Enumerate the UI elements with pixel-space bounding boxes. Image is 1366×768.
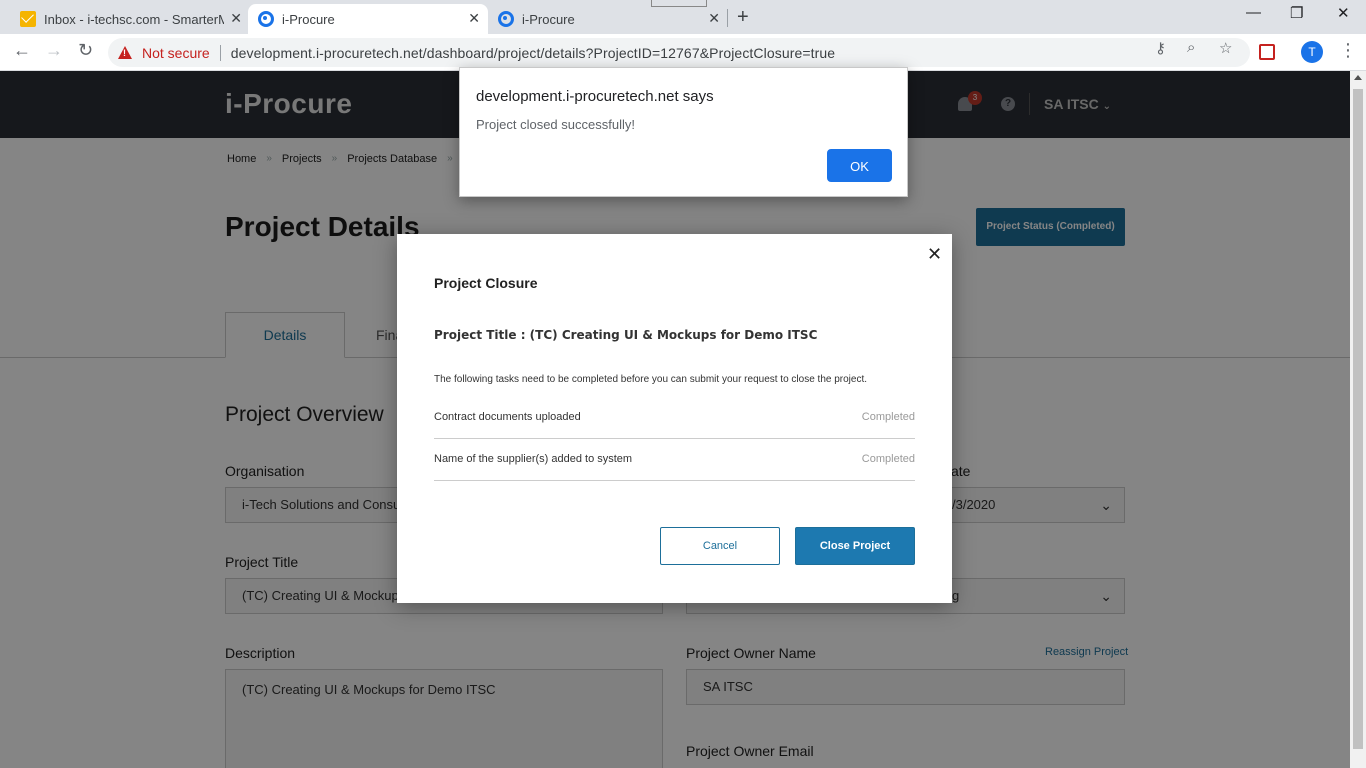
task-status: Completed (861, 453, 915, 465)
modal-intro-text: The following tasks need to be completed… (434, 374, 868, 385)
task-name: Contract documents uploaded (434, 411, 581, 423)
tab-title: Inbox - i-techsc.com - SmarterMail (44, 11, 224, 27)
browser-tab-strip: Inbox - i-techsc.com - SmarterMail ✕ i-P… (0, 0, 1366, 34)
task-row: Name of the supplier(s) added to system … (434, 439, 915, 481)
address-bar[interactable]: Not secure development.i-procuretech.net… (108, 38, 1250, 67)
alert-title: development.i-procuretech.net says (476, 88, 714, 105)
modal-title: Project Closure (434, 275, 538, 291)
zoom-icon[interactable]: ⌕ (1187, 39, 1195, 56)
modal-project-title: Project Title : (TC) Creating UI & Mocku… (434, 328, 818, 342)
browser-toolbar: ← → ↻ Not secure development.i-procurete… (0, 34, 1366, 71)
task-name: Name of the supplier(s) added to system (434, 453, 633, 465)
url-text[interactable]: development.i-procuretech.net/dashboard/… (231, 45, 835, 61)
scroll-up-icon[interactable] (1354, 75, 1362, 80)
profile-avatar[interactable]: T (1301, 41, 1323, 63)
warning-icon (118, 46, 132, 59)
scroll-thumb[interactable] (1353, 89, 1363, 749)
close-icon[interactable]: ✕ (708, 10, 720, 27)
key-icon[interactable]: ⚷ (1155, 39, 1166, 57)
iprocure-favicon-icon (258, 11, 274, 27)
browser-alert-dialog: development.i-procuretech.net says Proje… (459, 67, 908, 197)
tab-divider (727, 9, 728, 27)
mail-icon (20, 11, 36, 27)
close-icon[interactable]: ✕ (927, 244, 942, 265)
omnibox-divider (219, 44, 221, 61)
browser-tab-inbox[interactable]: Inbox - i-techsc.com - SmarterMail ✕ (10, 4, 250, 34)
extension-icon[interactable] (1259, 44, 1275, 60)
star-icon[interactable]: ☆ (1219, 39, 1232, 57)
close-project-button[interactable]: Close Project (795, 527, 915, 565)
task-status: Completed (861, 411, 915, 423)
security-label[interactable]: Not secure (142, 45, 210, 61)
project-closure-modal: ✕ Project Closure Project Title : (TC) C… (397, 234, 952, 603)
alert-message: Project closed successfully! (476, 117, 635, 132)
tab-title: i-Procure (522, 11, 575, 27)
forward-icon[interactable]: → (45, 40, 63, 61)
cancel-button[interactable]: Cancel (660, 527, 780, 565)
ok-button[interactable]: OK (827, 149, 892, 182)
reload-icon[interactable]: ↻ (78, 40, 93, 61)
new-tab-icon[interactable]: + (737, 6, 749, 29)
close-icon[interactable]: ✕ (468, 10, 480, 27)
browser-tab-iprocure[interactable]: i-Procure ✕ (488, 4, 728, 34)
restore-icon[interactable]: ❐ (1290, 4, 1303, 22)
iprocure-favicon-icon (498, 11, 514, 27)
page-scrollbar[interactable] (1350, 71, 1366, 768)
window-close-icon[interactable]: ✕ (1337, 4, 1350, 22)
browser-tab-iprocure-active[interactable]: i-Procure ✕ (248, 4, 488, 34)
back-icon[interactable]: ← (13, 40, 31, 61)
task-row: Contract documents uploaded Completed (434, 397, 915, 439)
browser-menu-icon[interactable]: ⋮ (1339, 40, 1357, 61)
minimize-icon[interactable]: — (1246, 4, 1261, 21)
close-icon[interactable]: ✕ (230, 10, 242, 27)
tab-title: i-Procure (282, 11, 335, 27)
